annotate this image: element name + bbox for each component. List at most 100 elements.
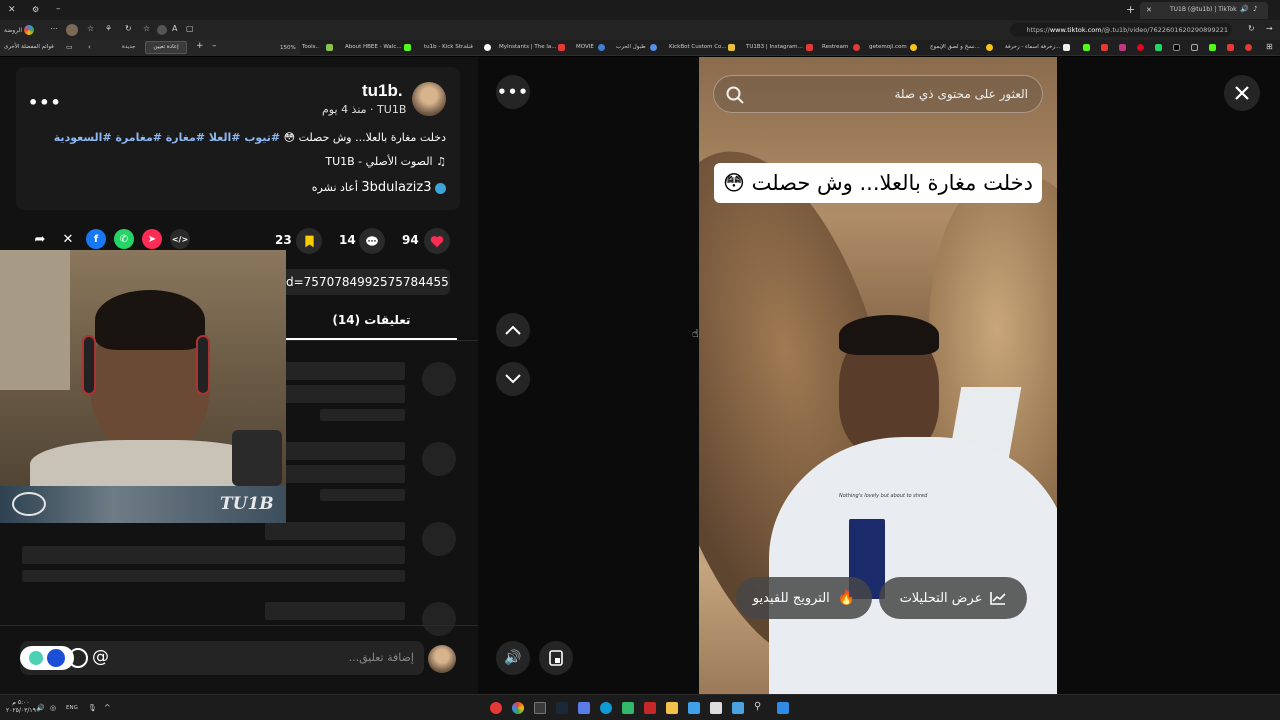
comment-input[interactable]: إضافة تعليق... @	[20, 641, 424, 675]
zoom-out-icon[interactable]: –	[212, 41, 217, 51]
author-avatar[interactable]	[412, 82, 446, 116]
bookmark-item[interactable]: MOVIE	[576, 44, 594, 50]
folder-icon: ▭	[66, 43, 73, 51]
wifi-tray-icon[interactable]: ◎	[50, 704, 56, 712]
extension-pill[interactable]	[20, 646, 74, 670]
new-tab-icon[interactable]: +	[1126, 3, 1135, 16]
language-indicator[interactable]: ENG	[66, 705, 78, 711]
promote-video-button[interactable]: 🔥 الترويج للفيديو	[736, 577, 872, 619]
close-button[interactable]	[1224, 75, 1260, 111]
embed-icon[interactable]: </>	[170, 229, 190, 249]
streamer-logo-icon	[12, 492, 46, 516]
chrome-icon[interactable]	[512, 702, 524, 714]
window-close-icon[interactable]: ✕	[8, 5, 16, 15]
zoom-indicator-icon[interactable]	[157, 25, 167, 35]
bookmark-item[interactable]: Tools..	[302, 44, 319, 50]
volume-button[interactable]: 🔊	[496, 641, 530, 675]
more-icon[interactable]: ⋯	[50, 24, 58, 33]
reposter-name[interactable]: 3bdulaziz3	[361, 180, 431, 195]
speaker-icon[interactable]: 🔊	[1240, 5, 1249, 13]
tab-comments[interactable]: تعليقات (14)	[286, 313, 457, 327]
music-note-icon: ♫	[436, 155, 446, 168]
tab-tiktok[interactable]: ✕ TU1B (@tu1b) | TikTok 🔊 ♪	[1140, 2, 1268, 19]
sound-link[interactable]: ♫ الصوت الأصلي - TU1B	[325, 155, 446, 168]
forward-icon[interactable]: →	[1266, 24, 1273, 33]
video-link-field[interactable]: d=7570784992575784455	[280, 269, 450, 295]
share-icon[interactable]: ➦	[30, 229, 50, 249]
bookmark-item[interactable]: KickBot Custom Co...	[669, 44, 727, 50]
chevron-left-icon[interactable]: ‹	[88, 43, 91, 51]
volume-tray-icon[interactable]: 🔊	[36, 704, 45, 712]
video-player[interactable]: Nothing's lovely but about to shred العث…	[699, 57, 1057, 694]
more-options-button[interactable]: •••	[496, 75, 530, 109]
youtube-favicon-icon	[1101, 44, 1108, 51]
bookmark-item[interactable]: قناة	[464, 44, 473, 50]
app-icon[interactable]	[490, 702, 502, 714]
other-favorites[interactable]: قوائم المفضلة الأخرى	[4, 44, 54, 50]
related-search-bar[interactable]: العثور على محتوى ذي صلة	[713, 75, 1043, 113]
prev-video-button[interactable]	[496, 313, 530, 347]
facebook-icon[interactable]: f	[86, 229, 106, 249]
post-hashtags[interactable]: #تيوب #العلا #مغارة #مغامرة #السعودية	[54, 131, 280, 144]
search-icon[interactable]	[726, 86, 744, 104]
bookmark-item[interactable]: طبول الحرب	[616, 44, 646, 50]
favorite-icon[interactable]: ☆	[143, 24, 150, 33]
save-button[interactable]	[296, 228, 322, 254]
new-folder-label[interactable]: جديدة	[122, 44, 136, 50]
app-icon[interactable]	[710, 702, 722, 714]
comment-button[interactable]	[359, 228, 385, 254]
whatsapp-icon[interactable]: ✆	[114, 229, 134, 249]
app-icon[interactable]	[622, 702, 634, 714]
extension-avatar-icon[interactable]	[66, 24, 78, 36]
bookmark-item[interactable]: MyInstants | The la...	[499, 44, 556, 50]
mention-icon[interactable]: @	[92, 647, 109, 667]
bookmark-item[interactable]: About HBEE - Walc...	[345, 44, 402, 50]
reload-icon[interactable]: ↻	[1248, 24, 1255, 33]
reset-zoom-button[interactable]: إعادة تعيين	[145, 41, 187, 54]
tab-close-icon[interactable]: ✕	[1146, 6, 1152, 14]
view-analytics-button[interactable]: عرض التحليلات	[879, 577, 1027, 619]
windows-start-icon[interactable]	[777, 702, 789, 714]
comment-skeleton-avatar	[422, 522, 456, 556]
author-username[interactable]: tu1b.	[362, 81, 403, 101]
split-screen-icon[interactable]: ▢	[186, 24, 194, 33]
bookmark-item[interactable]: Restream	[822, 44, 848, 50]
app-icon[interactable]	[688, 702, 700, 714]
mic-tray-icon[interactable]: 🎙	[88, 704, 97, 712]
discord-icon[interactable]	[578, 702, 590, 714]
more-options-icon[interactable]: •••	[28, 93, 62, 112]
extension-icon	[29, 651, 43, 665]
bookmark-item[interactable]: نسخ و لصق الإيموج...	[930, 44, 980, 50]
profile-button[interactable]: الروضة	[4, 23, 42, 37]
more-bookmarks-icon[interactable]: ⊞	[1266, 42, 1273, 51]
mini-player-button[interactable]	[539, 641, 573, 675]
file-explorer-icon[interactable]	[666, 702, 678, 714]
minimize-icon[interactable]: –	[56, 4, 61, 14]
x-icon[interactable]: ✕	[58, 229, 78, 249]
app-icon[interactable]	[644, 702, 656, 714]
settings-icon[interactable]: ⚙	[32, 5, 39, 14]
app-icon[interactable]	[732, 702, 744, 714]
bookmark-item[interactable]: زخرفة اسماء - زخرفة...	[1005, 44, 1060, 50]
bookmark-item[interactable]: TU1B3 | Instagram...	[746, 44, 803, 50]
search-taskbar-icon[interactable]: ⚲	[754, 701, 761, 712]
system-clock[interactable]: ٥:٠٠ م ٢٠٢٥/٠٣/١٩	[6, 699, 36, 715]
edge-icon[interactable]	[600, 702, 612, 714]
star-icon[interactable]: ☆	[87, 24, 94, 33]
send-icon[interactable]: ➤	[142, 229, 162, 249]
refresh-icon[interactable]: ↻	[125, 24, 132, 33]
bookmark-favicon-icon	[326, 44, 333, 51]
read-mode-icon[interactable]: A	[172, 24, 177, 33]
address-bar[interactable]: https://www.tiktok.com/@.tu1b/video/7622…	[1010, 23, 1232, 37]
tray-chevron-up-icon[interactable]: ^	[104, 703, 111, 712]
x-favicon-icon	[1191, 44, 1198, 51]
steam-icon[interactable]	[556, 702, 568, 714]
extension-icon[interactable]: ⚘	[105, 24, 112, 33]
app-icon[interactable]	[534, 702, 546, 714]
like-button[interactable]	[424, 228, 450, 254]
zoom-in-icon[interactable]: +	[196, 41, 204, 51]
background-chair	[0, 250, 70, 390]
next-video-button[interactable]	[496, 362, 530, 396]
bookmark-item[interactable]: getemoji.com	[869, 44, 907, 50]
bookmark-item[interactable]: tu1b - Kick Str...	[424, 44, 468, 50]
